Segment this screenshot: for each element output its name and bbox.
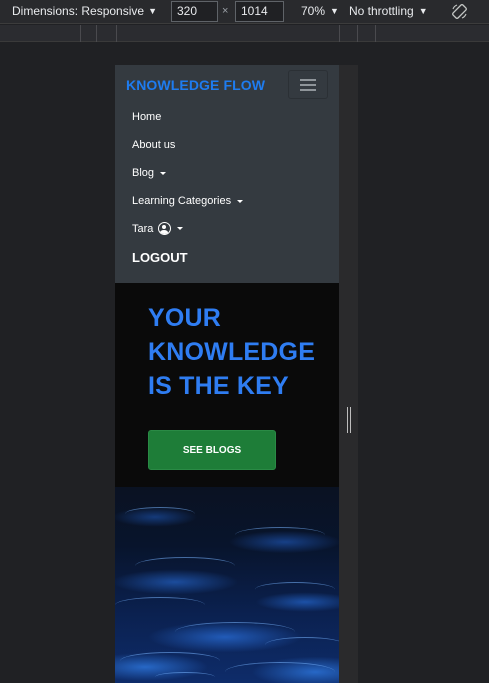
dimensions-label: Dimensions: Responsive [12, 4, 145, 18]
nav-categories-dropdown[interactable]: Learning Categories [132, 195, 244, 207]
media-query-bar [0, 25, 489, 42]
user-circle-icon [158, 222, 172, 235]
hero-title: YOUR KNOWLEDGE IS THE KEY [148, 301, 333, 403]
nav-blog-dropdown[interactable]: Blog [132, 167, 167, 179]
caret-down-icon [160, 171, 167, 175]
height-input[interactable]: 1014 [235, 1, 284, 22]
chevron-down-icon: ▼ [148, 6, 157, 16]
hero-title-line-3: IS THE KEY [148, 372, 289, 400]
hero-title-line-2: KNOWLEDGE [148, 338, 316, 366]
nav-user-label: Tara [132, 222, 154, 235]
hero-section: YOUR KNOWLEDGE IS THE KEY SEE BLOGS [115, 283, 339, 487]
viewport-right-gutter [339, 65, 358, 683]
viewport-resize-handle[interactable] [347, 407, 352, 433]
nav-home-label: Home [132, 111, 162, 123]
logout-link[interactable]: LOGOUT [132, 250, 188, 265]
nav-about-label: About us [132, 139, 176, 151]
media-query-segment[interactable] [339, 25, 357, 42]
emulated-viewport: KNOWLEDGE FLOW Home About us Blog Learni… [115, 65, 339, 683]
hamburger-menu-icon[interactable] [288, 70, 328, 99]
device-toolbar: Dimensions: Responsive ▼ 320 × 1014 70% … [0, 0, 489, 24]
nav-blog-label: Blog [132, 167, 155, 179]
caret-down-icon [177, 227, 184, 230]
width-input[interactable]: 320 [171, 1, 218, 22]
nav-about[interactable]: About us [132, 139, 175, 151]
media-query-segment[interactable] [375, 25, 376, 42]
chevron-down-icon: ▼ [330, 6, 339, 16]
brand-logo[interactable]: KNOWLEDGE FLOW [126, 77, 265, 93]
media-query-segment[interactable] [80, 25, 96, 42]
hero-water-image [115, 487, 339, 683]
zoom-dropdown[interactable]: 70% ▼ [301, 4, 339, 18]
navbar: KNOWLEDGE FLOW Home About us Blog Learni… [115, 65, 339, 283]
media-query-segment[interactable] [116, 25, 117, 42]
media-query-segment[interactable] [96, 25, 116, 42]
logout-label: LOGOUT [132, 250, 188, 265]
nav-categories-label: Learning Categories [132, 195, 232, 207]
times-sign: × [222, 5, 229, 17]
caret-down-icon [237, 199, 244, 203]
media-query-segment[interactable] [357, 25, 375, 42]
nav-home[interactable]: Home [132, 111, 161, 123]
zoom-label: 70% [301, 4, 326, 18]
chevron-down-icon: ▼ [418, 6, 428, 16]
dimensions-dropdown[interactable]: Dimensions: Responsive ▼ [12, 4, 157, 18]
hero-title-line-1: YOUR [148, 304, 222, 332]
nav-user-dropdown[interactable]: Tara [132, 222, 184, 235]
see-blogs-button[interactable]: SEE BLOGS [148, 430, 276, 470]
throttling-dropdown[interactable]: No throttling ▼ [349, 4, 428, 18]
throttling-label: No throttling [349, 4, 414, 18]
rotate-icon[interactable] [451, 3, 468, 20]
